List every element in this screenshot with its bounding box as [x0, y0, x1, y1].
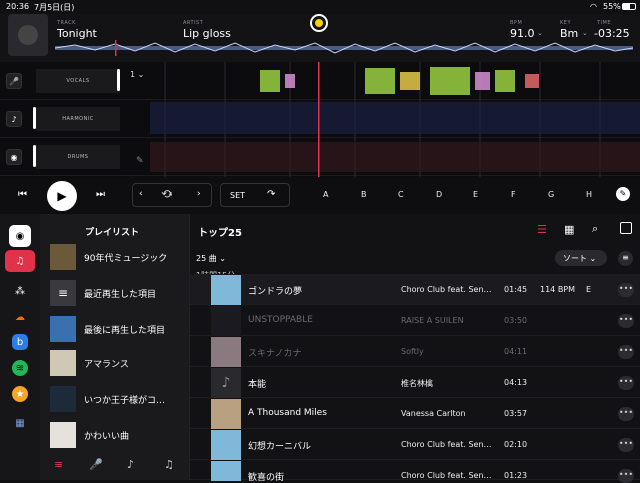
table-row[interactable]: ♪ 本能 椎名林檎 04:13 ••• — [190, 367, 640, 398]
stem-fader-vocals[interactable] — [117, 69, 120, 91]
cue-h-button[interactable]: H — [586, 190, 592, 199]
piano-icon[interactable]: ♪ — [6, 111, 22, 127]
cue-c-button[interactable]: C — [398, 190, 404, 199]
genre-tab-icon[interactable]: ♫ — [164, 458, 174, 471]
play-button[interactable]: ▶ — [47, 181, 77, 211]
artist-tab-icon[interactable]: 🎤 — [89, 458, 103, 471]
playlist-item[interactable]: 最後に再生した項目 — [50, 316, 190, 344]
key-label: KEY — [560, 20, 571, 26]
battery-icon — [622, 3, 636, 10]
playlist-item[interactable]: 90年代ミュージック — [50, 244, 190, 272]
chevron-down-icon: ⌄ — [582, 29, 588, 37]
source-sidebar: ◉ ♫ ⁂ ☁ b ≋ ★ ▦ — [0, 214, 40, 480]
more-icon[interactable]: ••• — [618, 345, 634, 359]
redo-icon[interactable]: ↷ — [267, 189, 275, 200]
previous-track-icon[interactable]: ⏮ — [18, 189, 27, 200]
loop-double-button[interactable]: › — [197, 189, 201, 199]
playlist-item[interactable]: いつか王子様がコ… — [50, 386, 190, 414]
table-row[interactable]: UNSTOPPABLE RAISE A SUILEN 03:50 ••• — [190, 305, 640, 336]
list-view-icon[interactable]: ☰ — [537, 223, 547, 236]
playlist-tab-icon[interactable]: ≡ — [54, 458, 63, 471]
panel-toggle-icon[interactable] — [620, 222, 632, 234]
status-bar: 20:36 7月5日(日) ◠ 55% — [0, 0, 640, 14]
star-icon[interactable]: ★ — [12, 386, 28, 402]
bpm-value[interactable]: 91.0 — [510, 27, 535, 40]
artist-name: Lip gloss — [183, 27, 231, 40]
grid-view-icon[interactable]: ▦ — [564, 223, 574, 236]
key-value[interactable]: Bm — [560, 27, 578, 40]
spotify-icon[interactable]: ≋ — [12, 360, 28, 376]
cue-e-button[interactable]: E — [473, 190, 478, 199]
stem-label-vocals: VOCALS — [36, 69, 120, 93]
soundcloud-icon[interactable]: ☁ — [9, 306, 31, 328]
pencil-icon[interactable]: ✎ — [136, 156, 144, 166]
stem-label-harmonic: HARMONIC — [36, 107, 120, 131]
sort-dropdown[interactable]: ソート ⌄ — [555, 250, 607, 266]
playlist-item[interactable]: ≡ 最近再生した項目 — [50, 280, 190, 308]
overview-waveform[interactable] — [55, 40, 633, 56]
cue-d-button[interactable]: D — [436, 190, 442, 199]
album-tab-icon[interactable]: ♪ — [127, 458, 134, 471]
stem-waveform[interactable] — [150, 62, 640, 177]
edit-cue-icon[interactable]: ✎ — [616, 187, 630, 201]
music-app-icon[interactable]: ♫ — [5, 250, 35, 272]
loop-halve-button[interactable]: ‹ — [139, 189, 143, 199]
more-icon[interactable]: ••• — [618, 469, 634, 483]
artist-label: ARTIST — [183, 20, 204, 26]
battery-percent: 55% — [603, 2, 621, 11]
microphone-icon[interactable]: 🎤 — [6, 73, 22, 89]
set-cue-control: SET ↷ — [220, 183, 290, 207]
song-count[interactable]: 25 曲 ⌄ — [196, 253, 226, 264]
more-icon[interactable]: ••• — [618, 314, 634, 328]
filter-icon[interactable]: ≡ — [618, 251, 633, 266]
film-icon[interactable]: ▦ — [9, 412, 31, 434]
track-label: TRACK — [57, 20, 76, 26]
stem-label-drums: DRUMS — [36, 145, 120, 169]
camera-icon[interactable]: ◉ — [9, 225, 31, 247]
list-title: トップ25 — [198, 228, 242, 239]
beatport-icon[interactable]: b — [12, 334, 28, 350]
more-icon[interactable]: ••• — [618, 438, 634, 452]
wifi-icon: ◠ — [590, 2, 597, 11]
loop-length-select[interactable]: 1 ⌄ — [130, 70, 144, 79]
status-time: 20:36 — [6, 2, 30, 11]
stem-deck: 🎤 VOCALS 1 ⌄ ♪ HARMONIC ◉ DRUMS ✎ — [0, 62, 640, 177]
playlist-item[interactable]: かわいい曲 — [50, 422, 190, 450]
time-remaining: -03:25 — [594, 27, 630, 40]
cue-b-button[interactable]: B — [361, 190, 367, 199]
loop-beats: 4 — [169, 192, 173, 198]
chevron-down-icon: ⌄ — [537, 29, 543, 37]
more-icon[interactable]: ••• — [618, 376, 634, 390]
status-date: 7月5日(日) — [34, 3, 75, 12]
table-row[interactable]: A Thousand Miles Vanessa Carlton 03:57 ••• — [190, 398, 640, 429]
table-row[interactable]: スキナノカナ Softly 04:11 ••• — [190, 336, 640, 367]
playlist-title: プレイリスト — [85, 228, 140, 238]
loop-control: ‹ ⟲ 4 › — [132, 183, 212, 207]
track-title: Tonight — [57, 27, 97, 40]
next-track-icon[interactable]: ⏭ — [96, 189, 105, 200]
drum-icon[interactable]: ◉ — [6, 149, 22, 165]
album-art[interactable] — [8, 14, 48, 56]
time-label: TIME — [597, 20, 612, 26]
cue-g-button[interactable]: G — [548, 190, 554, 199]
playlist-item[interactable]: アマランス — [50, 350, 190, 378]
more-icon[interactable]: ••• — [618, 283, 634, 297]
table-row[interactable]: 歓喜の街 Choro Club feat. Sen… 01:23 ••• — [190, 460, 640, 483]
track-list-panel: トップ25 ☰ ▦ ⌕ 25 曲 ⌄ 1時間15分 ソート ⌄ ≡ ゴンドラの夢… — [190, 214, 640, 483]
table-row[interactable]: 幻想カーニバル Choro Club feat. Sen… 02:10 ••• — [190, 429, 640, 460]
cue-f-button[interactable]: F — [511, 190, 516, 199]
bpm-label: BPM — [510, 20, 523, 26]
set-cue-button[interactable]: SET — [230, 191, 245, 200]
cue-a-button[interactable]: A — [323, 190, 328, 199]
cue-point-marker[interactable] — [310, 14, 328, 32]
tidal-icon[interactable]: ⁂ — [9, 280, 31, 302]
table-row[interactable]: ゴンドラの夢 Choro Club feat. Sen… 01:45 114 BPM E… — [190, 274, 640, 305]
more-icon[interactable]: ••• — [618, 407, 634, 421]
search-icon[interactable]: ⌕ — [592, 222, 598, 236]
playlist-panel: プレイリスト 90年代ミュージック ≡ 最近再生した項目 最後に再生した項目 アマ… — [40, 214, 190, 480]
